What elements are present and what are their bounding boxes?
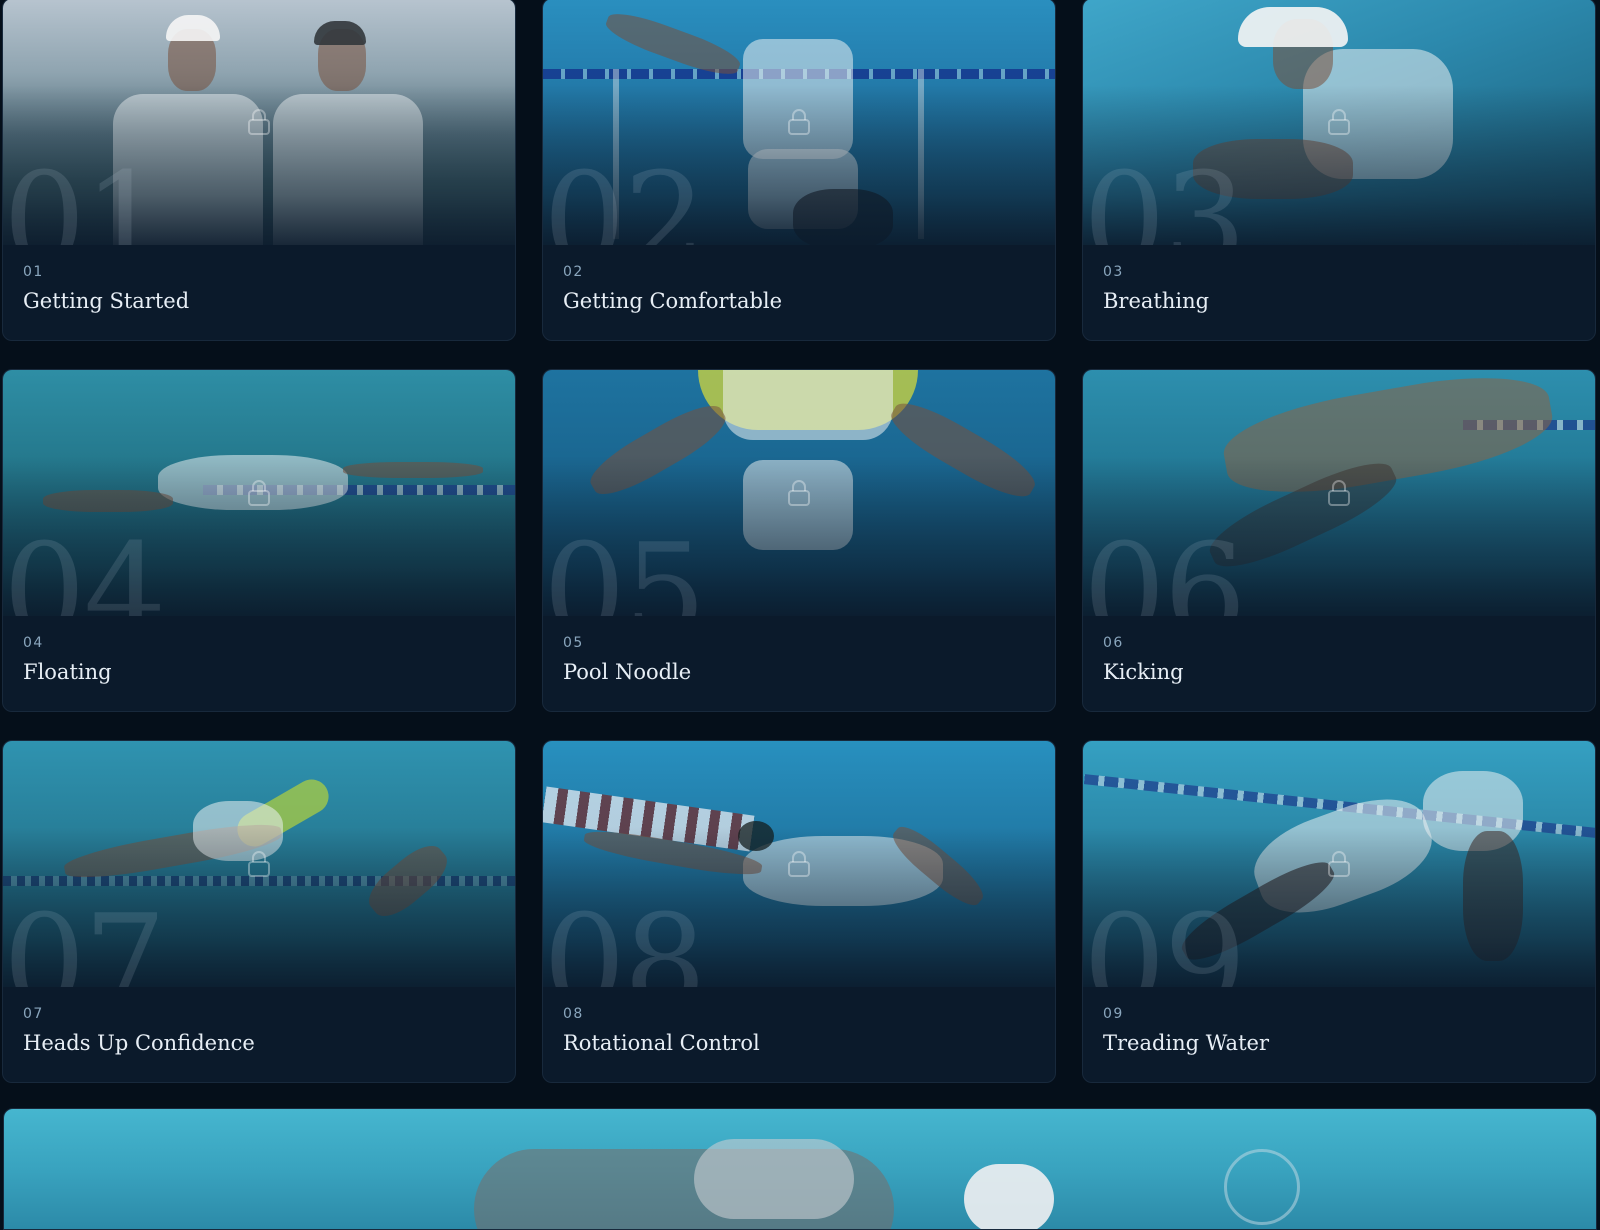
lesson-card-breathing[interactable]: 03 03 Breathing: [1082, 0, 1596, 341]
lesson-big-number: 06: [1083, 515, 1246, 616]
lesson-number: 02: [563, 264, 584, 280]
lesson-thumbnail: 08: [543, 741, 1055, 987]
lesson-title: Rotational Control: [563, 1031, 760, 1055]
lesson-thumbnail: 01: [3, 0, 515, 245]
lesson-card-pool-noodle[interactable]: 05 05 Pool Noodle: [542, 369, 1056, 712]
lock-icon: [248, 480, 270, 506]
lock-icon: [788, 851, 810, 877]
lesson-title: Breathing: [1103, 289, 1210, 313]
lesson-number: 07: [23, 1006, 44, 1022]
lesson-card-getting-started[interactable]: 01 01 Getting Started: [2, 0, 516, 341]
lesson-big-number: 03: [1083, 144, 1246, 245]
lock-icon: [248, 851, 270, 877]
lesson-big-number: 07: [3, 886, 166, 987]
lesson-card-treading-water[interactable]: 09 09 Treading Water: [1082, 740, 1596, 1083]
lesson-number: 03: [1103, 264, 1124, 280]
lesson-number: 06: [1103, 635, 1124, 651]
lesson-big-number: 04: [3, 515, 166, 616]
lesson-thumbnail: 06: [1083, 370, 1595, 616]
lock-icon: [1328, 109, 1350, 135]
lesson-card-rotational-control[interactable]: 08 08 Rotational Control: [542, 740, 1056, 1083]
lesson-title: Kicking: [1103, 660, 1184, 684]
lesson-big-number: 05: [543, 515, 706, 616]
lesson-big-number: 09: [1083, 886, 1246, 987]
lesson-grid: 01 01 Getting Started 02 02 Getting Comf…: [2, 0, 1596, 1083]
lesson-thumbnail: 09: [1083, 741, 1595, 987]
lesson-title: Pool Noodle: [563, 660, 692, 684]
lesson-thumbnail: 03: [1083, 0, 1595, 245]
lock-icon: [248, 109, 270, 135]
featured-lesson-card[interactable]: [3, 1108, 1597, 1230]
lesson-number: 04: [23, 635, 44, 651]
lesson-card-floating[interactable]: 04 04 Floating: [2, 369, 516, 712]
lesson-card-getting-comfortable[interactable]: 02 02 Getting Comfortable: [542, 0, 1056, 341]
lock-icon: [1328, 480, 1350, 506]
lesson-title: Treading Water: [1103, 1031, 1269, 1055]
lesson-big-number: 01: [3, 144, 166, 245]
lesson-thumbnail: 04: [3, 370, 515, 616]
lesson-number: 01: [23, 264, 44, 280]
lesson-card-kicking[interactable]: 06 06 Kicking: [1082, 369, 1596, 712]
lesson-big-number: 08: [543, 886, 706, 987]
lesson-title: Getting Comfortable: [563, 289, 783, 313]
lesson-thumbnail: 02: [543, 0, 1055, 245]
lesson-card-heads-up-confidence[interactable]: 07 07 Heads Up Confidence: [2, 740, 516, 1083]
lesson-number: 09: [1103, 1006, 1124, 1022]
lock-icon: [788, 480, 810, 506]
lesson-title: Heads Up Confidence: [23, 1031, 255, 1055]
lock-icon: [788, 109, 810, 135]
lesson-big-number: 02: [543, 144, 706, 245]
lock-icon: [1328, 851, 1350, 877]
lesson-title: Getting Started: [23, 289, 190, 313]
lesson-number: 05: [563, 635, 584, 651]
lesson-title: Floating: [23, 660, 112, 684]
lesson-thumbnail: 05: [543, 370, 1055, 616]
lesson-thumbnail: 07: [3, 741, 515, 987]
lesson-number: 08: [563, 1006, 584, 1022]
